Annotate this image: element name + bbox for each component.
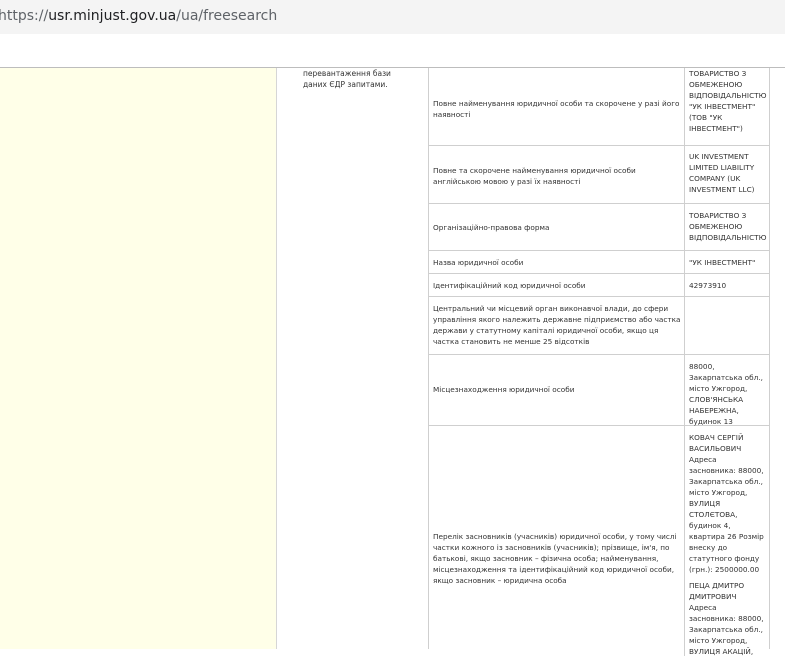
row-value: 88000, Закарпатська обл., місто Ужгород,… [689, 362, 763, 426]
row-value: ТОВАРИСТВО З ОБМЕЖЕНОЮ ВІДПОВІДАЛЬНІСТЮ … [689, 69, 767, 133]
founder-entry: ПЕЦА ДМИТРО ДМИТРОВИЧ Адреса засновника:… [689, 581, 764, 656]
row-label: Назва юридичної особи [433, 258, 524, 267]
row-label: Місцезнаходження юридичної особи [433, 385, 575, 394]
founder-entry: КОВАЧ СЕРГІЙ ВАСИЛЬОВИЧ Адреса засновник… [689, 433, 764, 574]
database-load-note: перевантаження бази даних ЄДР запитами. [303, 69, 391, 89]
table-row: Назва юридичної особи "УК ІНВЕСТМЕНТ" [428, 251, 769, 274]
url-text[interactable]: https://usr.minjust.gov.ua/ua/freesearch [0, 8, 277, 24]
address-bar[interactable]: https://usr.minjust.gov.ua/ua/freesearch [0, 0, 785, 34]
table-row: Центральний чи місцевий орган виконавчої… [428, 297, 769, 355]
row-value: КОВАЧ СЕРГІЙ ВАСИЛЬОВИЧ Адреса засновник… [689, 432, 765, 657]
table-row: Перелік засновників (учасників) юридично… [428, 426, 769, 656]
row-label: Повне найменування юридичної особи та ск… [433, 99, 680, 119]
row-label: Ідентифікаційний код юридичної особи [433, 281, 586, 290]
table-row: Ідентифікаційний код юридичної особи 429… [428, 274, 769, 297]
row-value: "УК ІНВЕСТМЕНТ" [689, 258, 756, 267]
row-label: Повне та скорочене найменування юридично… [433, 166, 636, 186]
middle-column: перевантаження бази даних ЄДР запитами. [276, 68, 428, 649]
left-highlight-column [0, 68, 276, 649]
row-label: Перелік засновників (учасників) юридично… [433, 532, 677, 585]
table-row: Повне та скорочене найменування юридично… [428, 146, 769, 204]
row-label: Центральний чи місцевий орган виконавчої… [433, 304, 681, 346]
table-right-border [769, 68, 770, 649]
table-row: Місцезнаходження юридичної особи 88000, … [428, 355, 769, 426]
column-divider [276, 68, 277, 649]
row-value: 42973910 [689, 281, 727, 290]
row-label: Організаційно-правова форма [433, 223, 550, 232]
table-row: Повне найменування юридичної особи та ск… [428, 68, 769, 146]
table-row: Організаційно-правова форма ТОВАРИСТВО З… [428, 204, 769, 251]
row-value: UK INVESTMENT LIMITED LIABILITY COMPANY … [689, 152, 755, 194]
row-value: ТОВАРИСТВО З ОБМЕЖЕНОЮ ВІДПОВІДАЛЬНІСТЮ [689, 211, 767, 242]
